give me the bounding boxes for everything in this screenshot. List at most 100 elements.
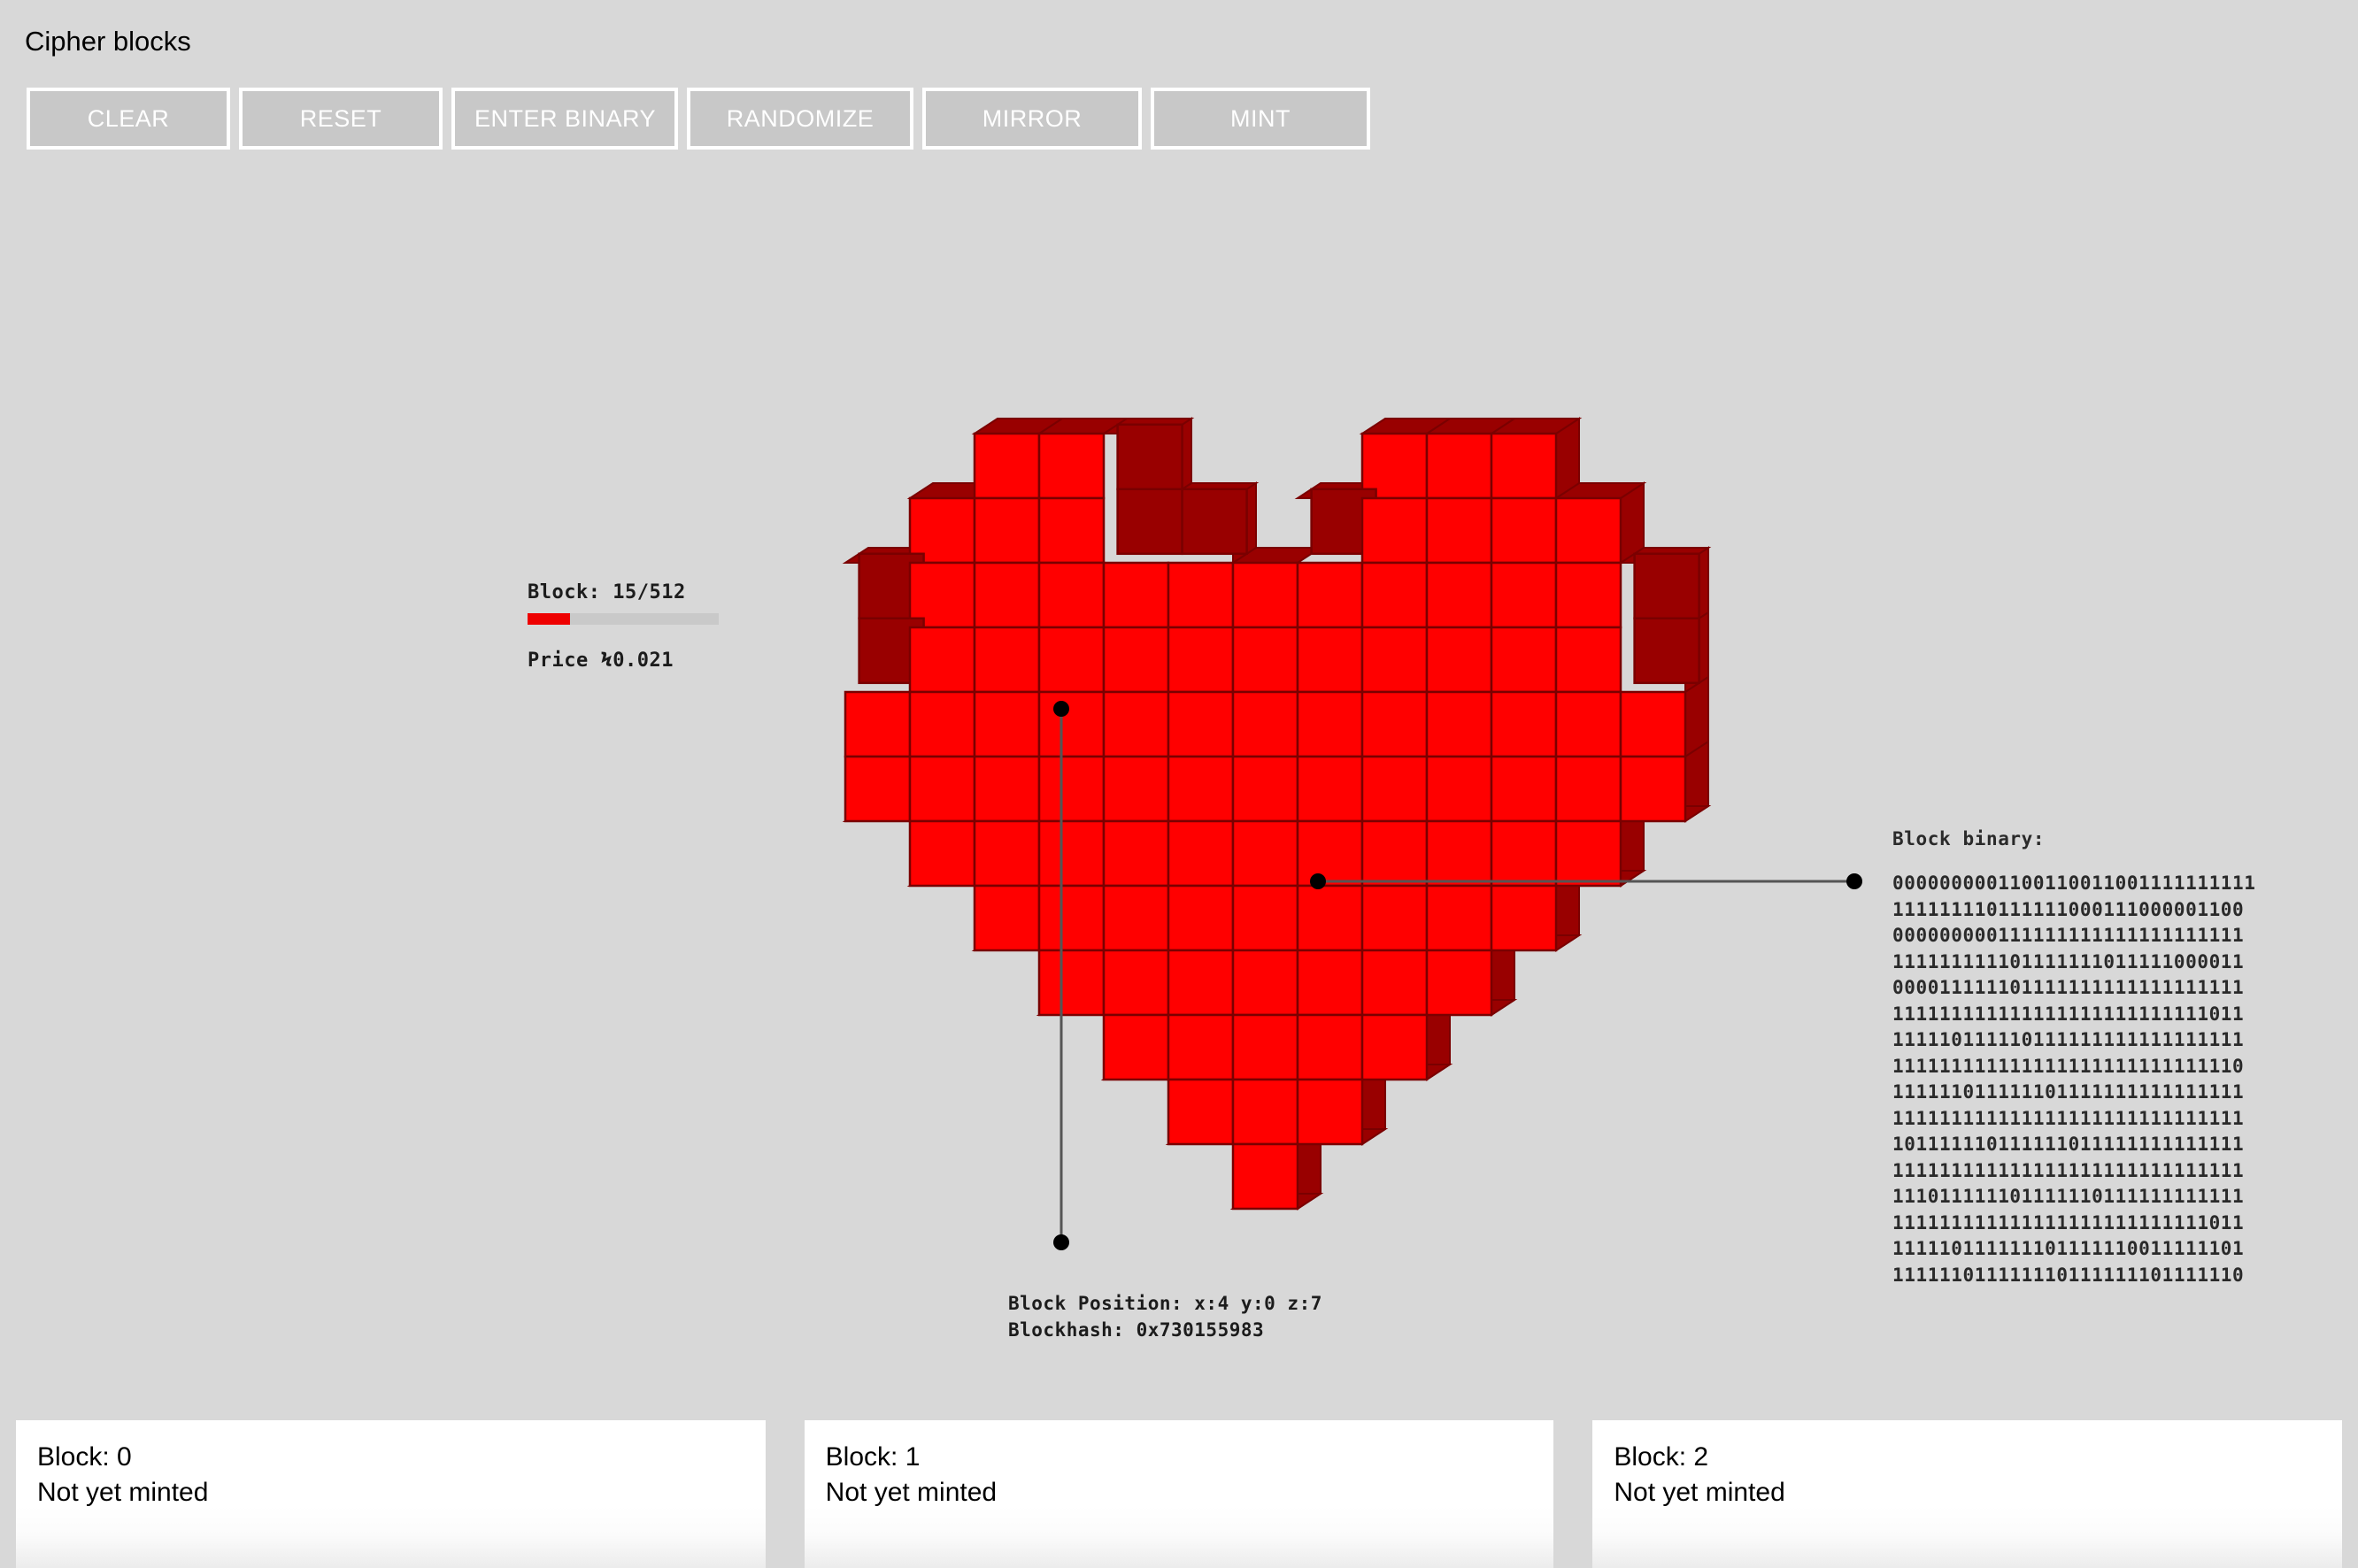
voxel-face	[1231, 626, 1299, 694]
voxel-side	[1294, 482, 1389, 499]
reset-button[interactable]: RESET	[239, 88, 443, 150]
voxel-side	[1491, 934, 1515, 1017]
mirror-button[interactable]: MIRROR	[922, 88, 1142, 150]
list-item[interactable]: Block: 0 Not yet minted	[16, 1420, 766, 1568]
voxel-face	[1425, 884, 1493, 952]
leader-line-binary	[1310, 873, 1862, 889]
voxel-face	[1167, 1013, 1235, 1081]
voxel-face	[1490, 561, 1558, 629]
mint-button[interactable]: MINT	[1151, 88, 1370, 150]
enter-binary-button[interactable]: ENTER BINARY	[451, 88, 678, 150]
voxel-face	[1425, 949, 1493, 1017]
block-counter-label: Block: 15/512	[528, 581, 686, 603]
voxel-face	[1360, 884, 1429, 952]
voxel-face	[1360, 690, 1429, 758]
price-label: Price Ϟ0.021	[528, 649, 674, 672]
voxel-side	[1232, 481, 1257, 565]
voxel-face	[1554, 496, 1622, 565]
voxel-face	[858, 617, 925, 685]
binary-line: 111011111101111110111111111111	[1892, 1186, 2245, 1207]
minted-blocks-list: Block: 0 Not yet minted Block: 1 Not yet…	[0, 1420, 2358, 1568]
voxel-face	[1554, 626, 1622, 694]
voxel-side	[971, 418, 1066, 434]
voxel-face	[1425, 432, 1493, 500]
voxel-face	[1296, 690, 1364, 758]
voxel-side	[1294, 1128, 1389, 1145]
voxel-face	[844, 755, 912, 823]
binary-line: 111110111111101111110011111101	[1892, 1238, 2245, 1259]
voxel-side	[1488, 934, 1583, 951]
voxel-side	[1555, 869, 1580, 952]
voxel-face	[908, 561, 976, 629]
card-block-status: Not yet minted	[825, 1477, 998, 1507]
voxel-face	[1037, 884, 1106, 952]
voxel-side	[1359, 418, 1453, 434]
voxel-face	[1360, 626, 1429, 694]
voxel-side	[1617, 805, 1712, 822]
card-block-label: Block: 2	[1614, 1442, 1709, 1472]
voxel-face	[1360, 755, 1429, 823]
voxel-face	[1425, 819, 1493, 888]
voxel-face	[1037, 496, 1106, 565]
voxel-face	[1167, 755, 1235, 823]
randomize-button[interactable]: RANDOMIZE	[687, 88, 913, 150]
binary-line: 000011111101111111111111111111	[1892, 977, 2245, 998]
toolbar: CLEAR RESET ENTER BINARY RANDOMIZE MIRRO…	[27, 88, 1370, 150]
voxel-face	[973, 496, 1041, 565]
voxel-side	[1297, 1127, 1322, 1211]
voxel-face	[1181, 488, 1248, 556]
clear-button[interactable]: CLEAR	[27, 88, 230, 150]
voxel-side	[842, 547, 936, 564]
block-binary-heading: Block binary:	[1892, 828, 2046, 849]
voxel-face	[1619, 690, 1687, 758]
voxel-side	[906, 870, 1001, 887]
voxel-face	[844, 690, 912, 758]
voxel-face	[1167, 949, 1235, 1017]
voxel-face	[1360, 1013, 1429, 1081]
voxel-face	[1425, 626, 1493, 694]
voxel-face	[1231, 1142, 1299, 1211]
voxel-side	[1359, 1064, 1453, 1080]
leader-line-position	[1053, 701, 1069, 1250]
binary-line: 111110111110111111111111111111	[1892, 1029, 2245, 1050]
voxel-face	[1296, 626, 1364, 694]
app-root: Cipher blocks CLEAR RESET ENTER BINARY R…	[0, 0, 2358, 1568]
binary-line: 111111110111111000111000001100	[1892, 898, 2245, 920]
binary-line: 111111111111111111111111111111	[1892, 1159, 2245, 1181]
voxel-side	[1684, 675, 1709, 758]
voxel-side	[1165, 1128, 1260, 1145]
list-item[interactable]: Block: 2 Not yet minted	[1592, 1420, 2343, 1568]
voxel-side	[971, 934, 1066, 951]
voxel-face	[1360, 819, 1429, 888]
voxel-face	[1296, 755, 1364, 823]
voxel-face	[1231, 755, 1299, 823]
block-progress-bar	[528, 613, 719, 625]
voxel-face	[1102, 561, 1170, 629]
list-item[interactable]: Block: 1 Not yet minted	[804, 1420, 1554, 1568]
voxel-face	[1102, 884, 1170, 952]
voxel-face	[1296, 1013, 1364, 1081]
voxel-side	[1361, 1063, 1386, 1146]
voxel-face	[1102, 626, 1170, 694]
voxel-side	[1553, 870, 1647, 887]
voxel-side	[1165, 482, 1260, 499]
voxel-face	[1231, 690, 1299, 758]
voxel-face	[973, 626, 1041, 694]
voxel-face	[1633, 552, 1700, 620]
voxel-face	[1425, 690, 1493, 758]
voxel-face	[1296, 561, 1364, 629]
card-block-status: Not yet minted	[1614, 1477, 1785, 1507]
voxel-side	[906, 482, 1001, 499]
voxel-face	[1619, 755, 1687, 823]
voxel-face	[1167, 1078, 1235, 1146]
voxel-face	[1102, 819, 1170, 888]
block-binary-panel: Block binary: 00000000011001100110011111…	[1892, 828, 2256, 1288]
voxel-face	[1037, 755, 1106, 823]
binary-line: 111111011111110111111101111110	[1892, 1264, 2245, 1286]
voxel-side	[1617, 547, 1712, 564]
voxel-face	[1167, 819, 1235, 888]
voxel-face	[973, 884, 1041, 952]
voxel-face	[908, 690, 976, 758]
voxel-face	[1554, 561, 1622, 629]
voxel-face	[1037, 561, 1106, 629]
